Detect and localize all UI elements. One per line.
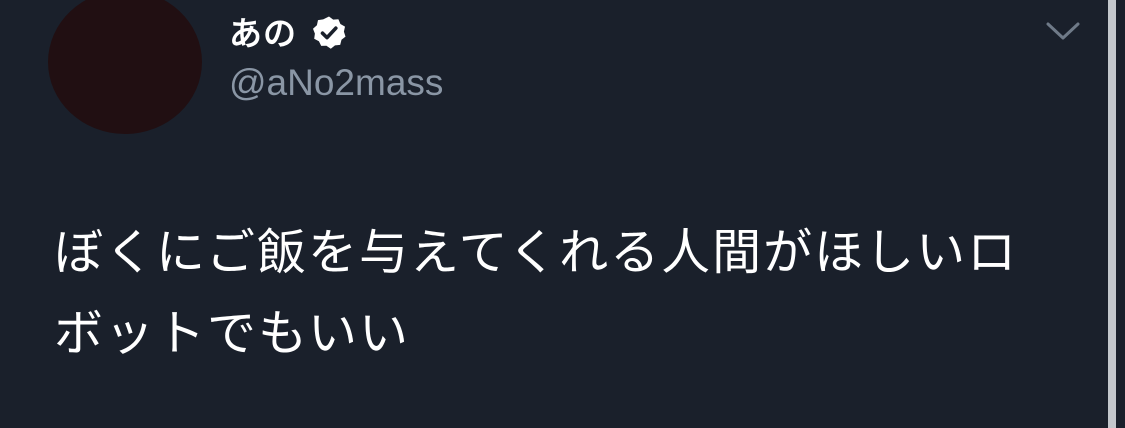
tweet-text: ぼくにご飯を与えてくれる人間がほしいロボットでもいい: [54, 224, 1019, 362]
user-handle[interactable]: @aNo2mass: [229, 64, 443, 101]
avatar[interactable]: [48, 0, 202, 134]
scrollbar[interactable]: [1106, 0, 1125, 428]
display-name[interactable]: あの: [229, 17, 297, 50]
author-name-row: あの: [229, 8, 347, 58]
chevron-down-icon[interactable]: [1045, 20, 1081, 42]
scrollbar-thumb[interactable]: [1108, 0, 1116, 428]
verified-badge-icon: [313, 16, 346, 49]
tweet-card: あの @aNo2mass ぼくにご飯を与えてくれる人間がほしいロボットでもいい: [0, 0, 1106, 428]
